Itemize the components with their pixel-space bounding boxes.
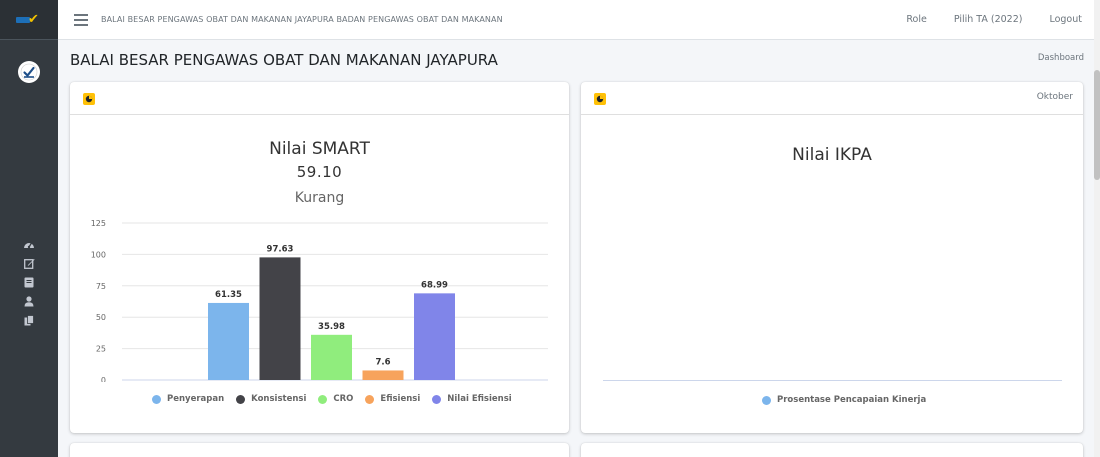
nav-role-link[interactable]: Role: [906, 14, 926, 25]
sidebar-item-user[interactable]: [0, 292, 58, 311]
legend-item-prosentase[interactable]: Prosentase Pencapaian Kinerja: [762, 395, 926, 405]
avatar[interactable]: [18, 61, 40, 83]
bar-data-label: 7.6: [375, 357, 390, 367]
y-tick-label: 125: [91, 219, 106, 228]
month-selector[interactable]: Oktober: [1037, 92, 1073, 102]
tachometer-icon: [24, 242, 34, 249]
ikpa-chart-title: Nilai IKPA: [792, 145, 872, 165]
scrollbar-thumb[interactable]: [1094, 70, 1100, 180]
top-navbar: BALAI BESAR PENGAWAS OBAT DAN MAKANAN JA…: [58, 0, 1094, 40]
bar-konsistensi[interactable]: [259, 257, 301, 380]
y-tick-label: 75: [96, 282, 106, 291]
y-tick-label: 25: [96, 345, 106, 354]
y-tick-label: 50: [96, 313, 106, 322]
breadcrumb-dashboard[interactable]: Dashboard: [1038, 53, 1084, 63]
bar-nilai-efisiensi[interactable]: [414, 293, 455, 380]
legend-item-konsistensi[interactable]: Konsistensi: [236, 394, 306, 404]
user-icon: [24, 296, 34, 307]
bar-penyerapan[interactable]: [208, 302, 249, 380]
smart-legend: Penyerapan Konsistensi CRO Efisiensi Nil…: [152, 394, 524, 404]
sidebar-item-dashboard[interactable]: [0, 235, 58, 254]
legend-item-penyerapan[interactable]: Penyerapan: [152, 394, 224, 404]
chart-pie-icon[interactable]: [594, 93, 606, 105]
ikpa-axis-line: [603, 380, 1062, 381]
hamburger-menu-icon[interactable]: [74, 13, 88, 26]
nav-logout-link[interactable]: Logout: [1049, 14, 1082, 25]
breadcrumb[interactable]: Dashboard: [1038, 53, 1084, 63]
book-icon: [24, 277, 34, 288]
bar-data-label: 35.98: [318, 322, 345, 332]
page-title: BALAI BESAR PENGAWAS OBAT DAN MAKANAN JA…: [70, 51, 498, 69]
bar-data-label: 97.63: [267, 244, 294, 254]
sidebar-nav: [0, 235, 58, 330]
checkmark-logo-icon: [20, 63, 38, 81]
top-nav-links: Role Pilih TA (2022) Logout: [879, 14, 1082, 25]
legend-item-cro[interactable]: CRO: [318, 394, 353, 404]
bottom-right-card: [581, 443, 1083, 457]
bar-cro[interactable]: [311, 334, 352, 380]
sidebar-item-edit[interactable]: [0, 254, 58, 273]
bar-data-label: 68.99: [421, 280, 448, 290]
edit-icon: [23, 259, 35, 269]
y-tick-label: 0: [101, 376, 106, 382]
ikpa-card: Oktober Nilai IKPA Prosentase Pencapaian…: [581, 82, 1083, 433]
bar-efisiensi[interactable]: [362, 370, 404, 380]
smart-card: Nilai SMART 59.10 Kurang 0 25 50 75 100 125 61…: [70, 82, 569, 433]
copy-icon: [24, 315, 34, 326]
header-title: BALAI BESAR PENGAWAS OBAT DAN MAKANAN JA…: [101, 15, 503, 24]
page-scrollbar[interactable]: [1094, 0, 1100, 457]
brand-logo: ✔: [16, 12, 42, 27]
legend-item-efisiensi[interactable]: Efisiensi: [365, 394, 420, 404]
smart-bar-chart: 0 25 50 75 100 125 61.35 97.63 35.98 7.6 68.99: [91, 219, 548, 382]
bottom-left-card: [70, 443, 569, 457]
nav-pilih-ta-link[interactable]: Pilih TA (2022): [954, 14, 1023, 25]
ikpa-legend: Prosentase Pencapaian Kinerja: [762, 395, 938, 405]
sidebar: ✔: [0, 0, 58, 457]
y-tick-label: 100: [91, 250, 106, 259]
bar-data-label: 61.35: [215, 290, 242, 300]
brand-logo-area[interactable]: ✔: [0, 0, 58, 40]
sidebar-item-copy[interactable]: [0, 311, 58, 330]
card-header: Oktober: [581, 82, 1083, 115]
legend-item-nilai-efisiensi[interactable]: Nilai Efisiensi: [432, 394, 512, 404]
sidebar-item-book[interactable]: [0, 273, 58, 292]
